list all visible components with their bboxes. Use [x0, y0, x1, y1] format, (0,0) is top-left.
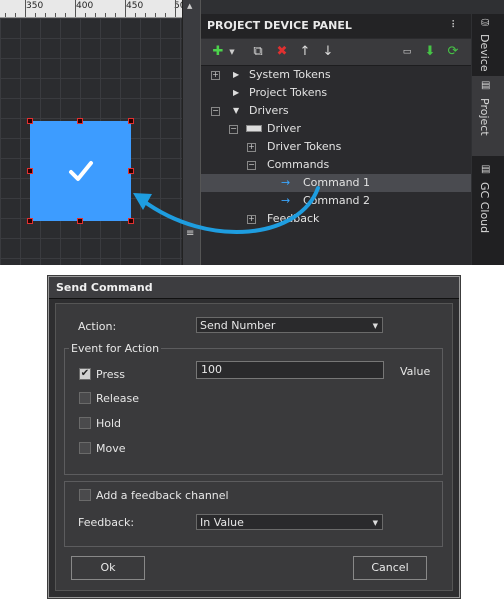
cancel-button[interactable]: Cancel: [353, 556, 427, 580]
document-icon: ▤: [481, 80, 491, 91]
press-checkbox[interactable]: ✔: [79, 368, 91, 380]
feedback-label: Feedback:: [78, 516, 135, 529]
tab-project[interactable]: ▤ Project: [472, 76, 504, 156]
feedback-select-value: In Value: [200, 516, 244, 529]
checkmark-icon: ✔: [80, 368, 90, 379]
tab-label: GC Cloud: [478, 182, 491, 234]
tab-device[interactable]: ⛁ Device: [472, 14, 504, 72]
action-select[interactable]: Send Number ▼: [196, 317, 383, 333]
move-checkbox[interactable]: [79, 442, 91, 454]
send-command-dialog: Send Command Action: Send Number ▼ Event…: [48, 276, 460, 598]
feedback-select[interactable]: In Value ▼: [196, 514, 383, 530]
value-input[interactable]: 100: [196, 361, 384, 379]
drag-arrow-icon: [133, 186, 320, 235]
move-label: Move: [96, 442, 126, 455]
side-tab-strip: ⛁ Device ▤ Project ▤ GC Cloud: [472, 14, 504, 265]
editor-area: 350 400 450 500 ▲ ≡ PROJECT DEVICE PANEL: [0, 0, 504, 265]
database-icon: ⛁: [481, 18, 490, 29]
tab-label: Device: [478, 34, 491, 72]
tab-gc-cloud[interactable]: ▤ GC Cloud: [472, 160, 504, 240]
action-select-value: Send Number: [200, 319, 276, 332]
value-label: Value: [400, 365, 431, 378]
action-label: Action:: [78, 320, 117, 333]
dialog-body: Action: Send Number ▼ Event for Action ✔…: [55, 303, 453, 591]
event-group-label: Event for Action: [69, 342, 162, 355]
feedback-channel-checkbox[interactable]: [79, 489, 91, 501]
chevron-down-icon: ▼: [372, 322, 378, 330]
hold-checkbox[interactable]: [79, 417, 91, 429]
tab-label: Project: [478, 98, 491, 136]
ok-button[interactable]: Ok: [71, 556, 145, 580]
chevron-down-icon: ▼: [372, 519, 378, 527]
dialog-title: Send Command: [49, 277, 459, 299]
press-label: Press: [96, 368, 125, 381]
document-icon: ▤: [481, 164, 491, 175]
feedback-channel-label: Add a feedback channel: [96, 489, 229, 502]
release-label: Release: [96, 392, 139, 405]
hold-label: Hold: [96, 417, 122, 430]
release-checkbox[interactable]: [79, 392, 91, 404]
